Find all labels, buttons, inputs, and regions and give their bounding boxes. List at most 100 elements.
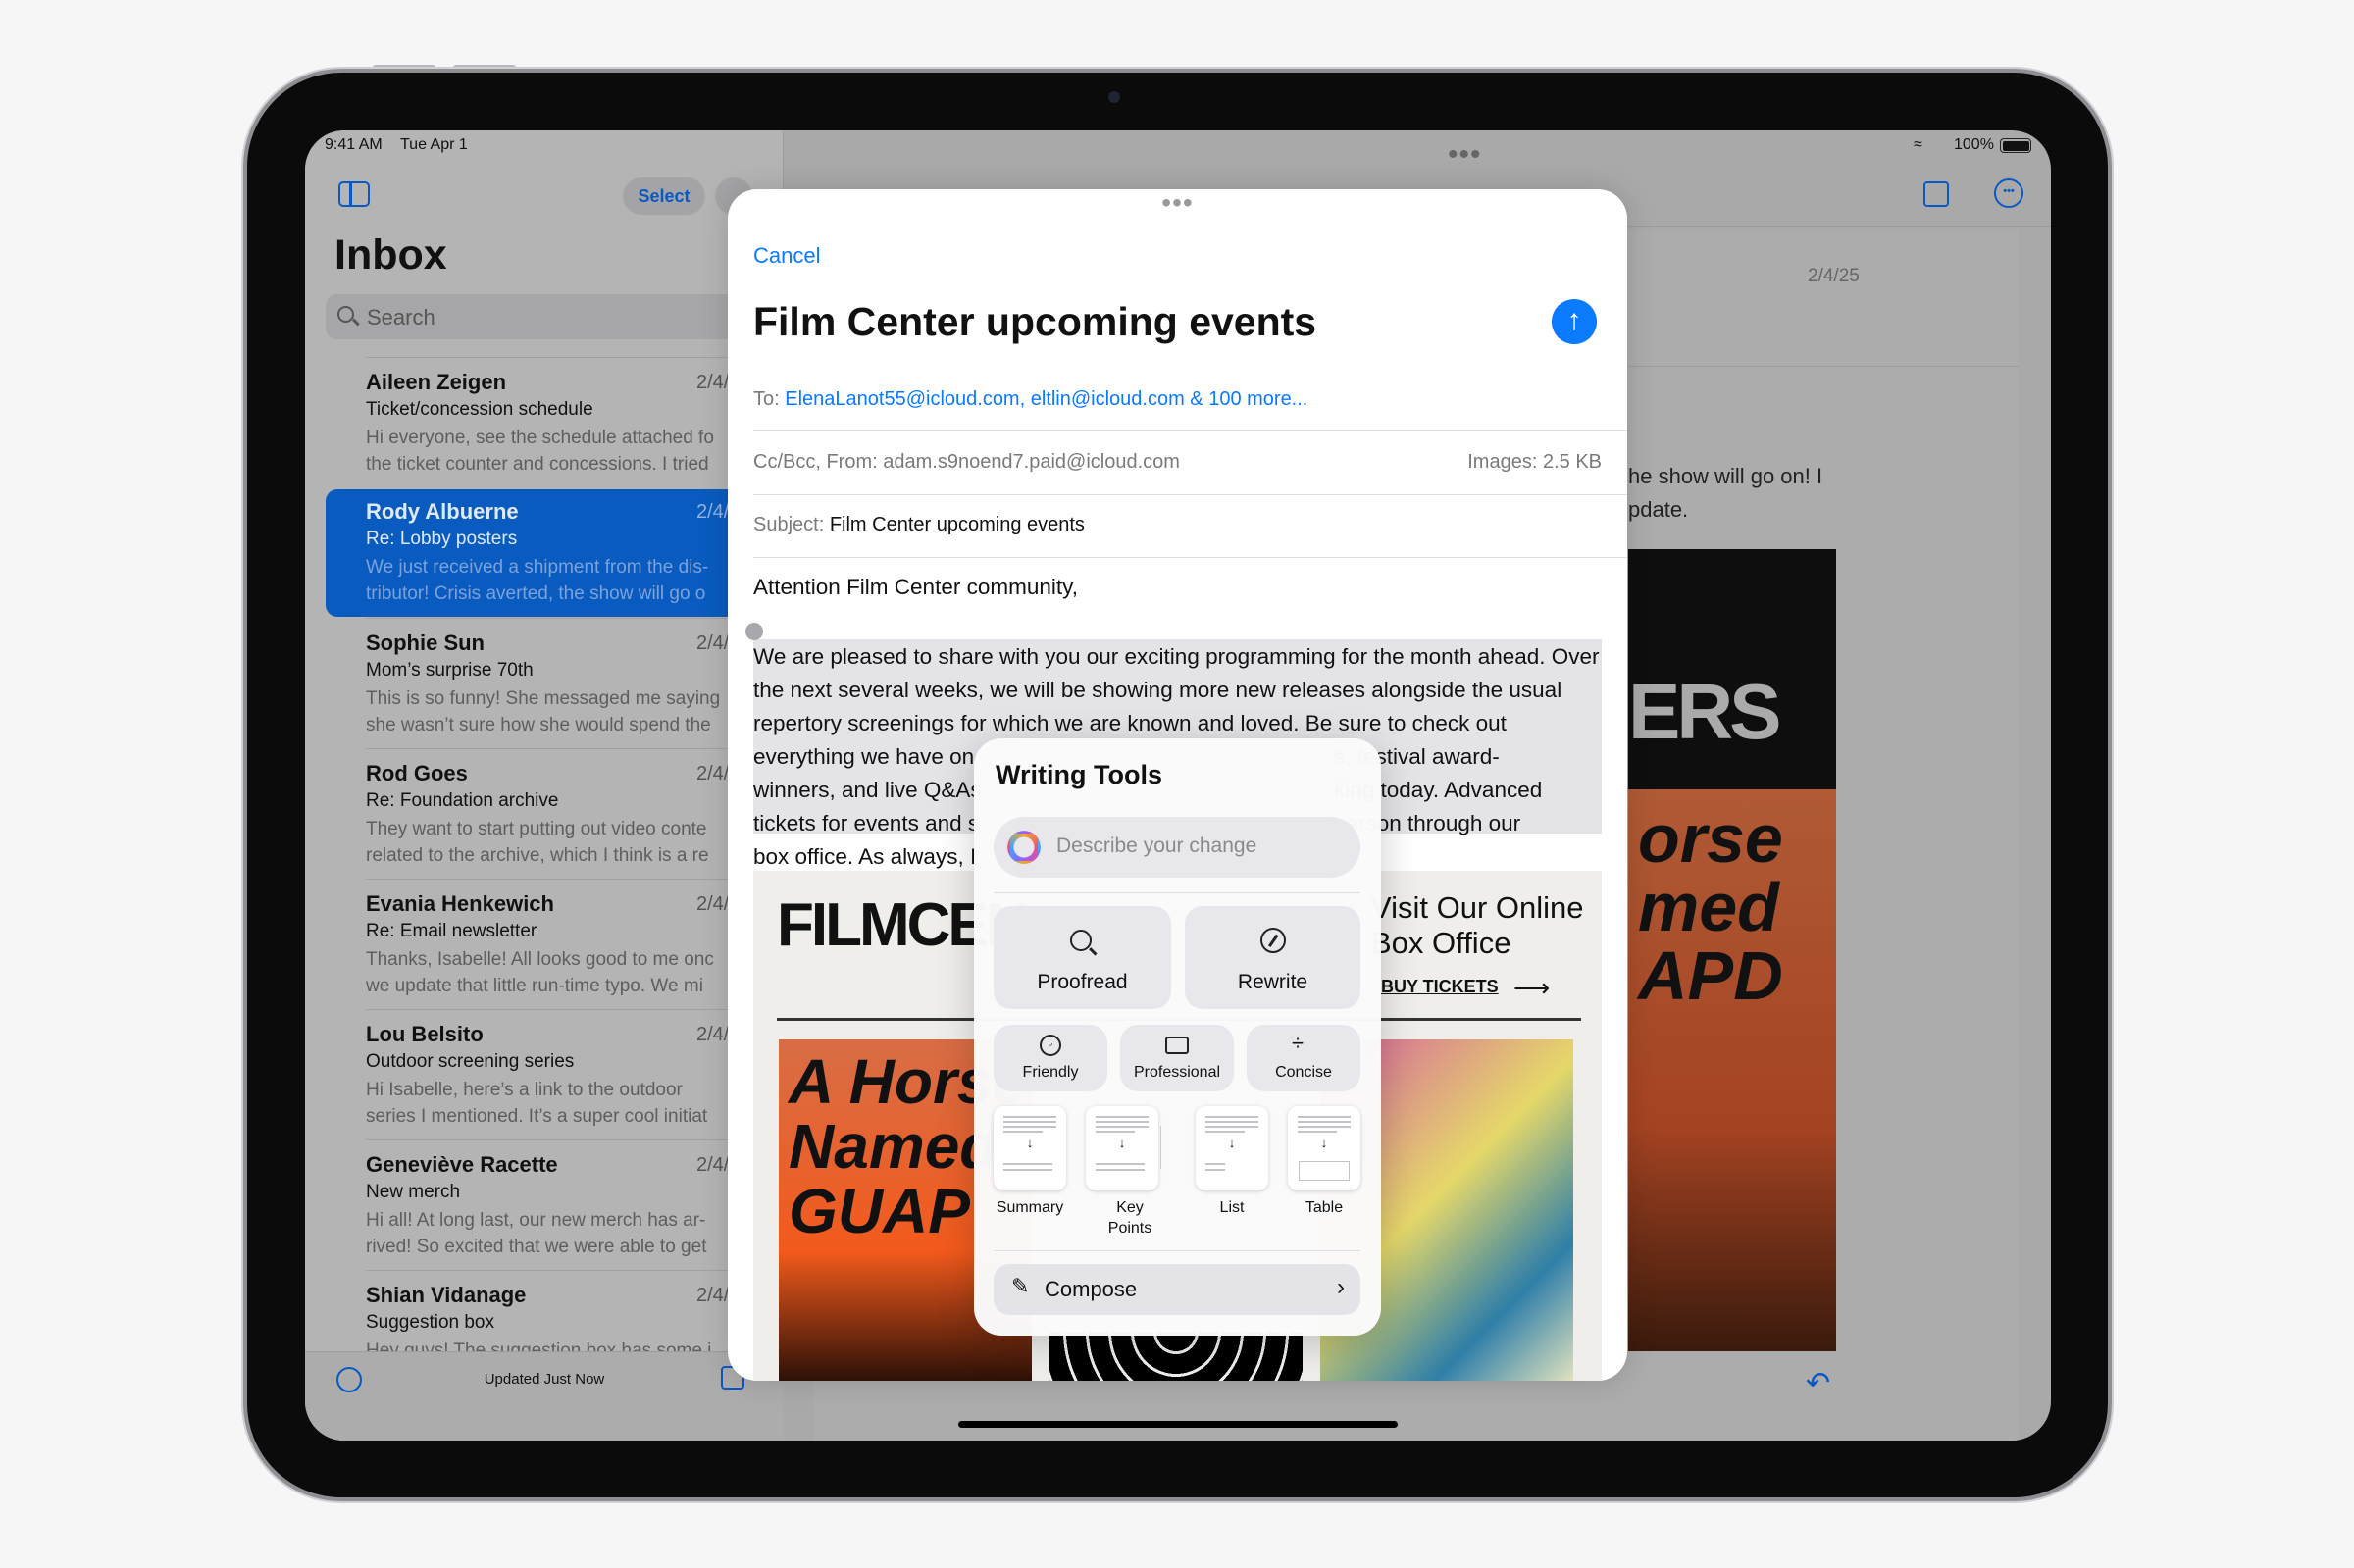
search-icon [337, 306, 360, 326]
search-placeholder: Search [367, 305, 435, 329]
subject-field[interactable]: Subject: Film Center upcoming events [753, 514, 1085, 536]
mail-date: 2/4/ [696, 763, 730, 784]
mail-preview: Hi Isabelle, here’s a link to the outdoo… [366, 1080, 708, 1127]
camera [1108, 91, 1120, 103]
mail-date: 2/4/ [696, 1024, 730, 1045]
friendly-button[interactable]: ᵕ Friendly [994, 1025, 1107, 1091]
poster-image: ERS orse med APD [1628, 549, 1836, 1351]
page-title: Inbox [334, 231, 447, 278]
select-button[interactable]: Select [623, 177, 705, 215]
rewrite-label: Rewrite [1237, 971, 1308, 993]
images-size[interactable]: Images: 2.5 KB [1467, 451, 1602, 474]
more-options-icon[interactable]: ••• [1994, 178, 2023, 208]
mail-preview: Hi all! At long last, our new merch has … [366, 1210, 707, 1257]
buy-tickets-link[interactable]: BUY TICKETS [1381, 977, 1499, 997]
mail-subject: Suggestion box [366, 1312, 494, 1333]
divider [994, 892, 1360, 893]
multitask-dots-icon[interactable]: ••• [1448, 138, 1482, 172]
search-input[interactable]: Search [326, 294, 787, 339]
rewrite-icon [1260, 928, 1286, 953]
sender-name: Evania Henkewich [366, 891, 554, 916]
sender-name: Geneviève Racette [366, 1152, 558, 1177]
compress-icon: ÷ [1292, 1031, 1305, 1055]
mail-list-item[interactable]: Geneviève Racette 2/4/ New merch Hi all!… [366, 1139, 784, 1270]
selection-handle[interactable] [745, 623, 763, 640]
proofread-label: Proofread [1037, 971, 1128, 993]
smiley-icon: ᵕ [1040, 1035, 1061, 1056]
compose-label: Compose [1045, 1277, 1138, 1301]
compose-button[interactable]: ✎ Compose › [994, 1264, 1360, 1315]
subject-value[interactable]: Film Center upcoming events [830, 514, 1085, 535]
mail-preview: This is so funny! She messaged me saying… [366, 688, 721, 735]
cc-from-field[interactable]: Cc/Bcc, From: adam.s9noend7.paid@icloud.… [753, 451, 1180, 474]
professional-button[interactable]: Professional [1120, 1025, 1234, 1091]
message-date: 2/4/25 [1808, 266, 1860, 286]
compose-new-icon[interactable] [1923, 181, 1949, 207]
cancel-button[interactable]: Cancel [753, 243, 820, 269]
to-field[interactable]: To: ElenaLanot55@icloud.com, eltlin@iclo… [753, 388, 1307, 411]
mail-list-item[interactable]: Lou Belsito 2/4/ Outdoor screening serie… [366, 1009, 784, 1139]
mail-list-item[interactable]: Rody Albuerne 2/4/ Re: Lobby posters We … [366, 487, 784, 618]
sidebar-toggle-icon[interactable] [338, 181, 370, 207]
battery-icon [2000, 138, 2031, 153]
concise-button[interactable]: ÷ Concise [1247, 1025, 1360, 1091]
compose-title: Film Center upcoming events [753, 299, 1317, 344]
home-indicator[interactable] [958, 1421, 1398, 1428]
format-label: Summary [996, 1199, 1064, 1216]
sheet-grabber-icon[interactable]: ••• [728, 189, 1627, 219]
friendly-label: Friendly [1022, 1064, 1079, 1081]
status-time: 9:41 AM [325, 136, 383, 153]
pencil-icon: ✎ [1011, 1274, 1030, 1298]
sender-name: Rod Goes [366, 761, 468, 785]
subject-label: Subject: [753, 514, 825, 535]
reply-icon[interactable]: ↶ [1806, 1366, 1830, 1400]
body-line: everything we have on [753, 744, 975, 769]
mail-list-item[interactable]: Evania Henkewich 2/4/ Re: Email newslett… [366, 879, 784, 1009]
chevron-right-icon: › [1337, 1274, 1345, 1300]
mail-date: 2/4/ [696, 1154, 730, 1176]
format-label: Key Points [1107, 1199, 1152, 1237]
professional-label: Professional [1133, 1064, 1221, 1081]
mail-list-item[interactable]: Sophie Sun 2/4/ Mom’s surprise 70th This… [366, 618, 784, 748]
mail-subject: Re: Foundation archive [366, 790, 559, 811]
mail-preview: They want to start putting out video con… [366, 819, 709, 866]
table-button[interactable]: ↓ [1288, 1106, 1360, 1190]
mail-subject: Re: Email newsletter [366, 921, 537, 941]
body-line: repertory screenings for which we are kn… [753, 711, 1507, 735]
mail-date: 2/4/ [696, 372, 730, 393]
status-date: Tue Apr 1 [400, 136, 468, 153]
mail-subject: Outdoor screening series [366, 1051, 575, 1072]
body-line: box office. As always, I [753, 844, 977, 869]
rewrite-button[interactable]: Rewrite [1185, 906, 1360, 1009]
to-label: To: [753, 388, 780, 410]
sender-name: Shian Vidanage [366, 1283, 527, 1307]
sidebar-footer: Updated Just Now [305, 1351, 784, 1441]
mail-list-item[interactable]: Aileen Zeigen 2/4/ Ticket/concession sch… [366, 357, 784, 487]
send-button[interactable]: ↑ [1552, 299, 1597, 344]
divider [753, 557, 1627, 558]
key-points-button[interactable]: ↓ [1086, 1106, 1158, 1190]
to-recipients[interactable]: ElenaLanot55@icloud.com, eltlin@icloud.c… [785, 388, 1307, 410]
message-body-line: pdate. [1628, 497, 1689, 522]
sender-name: Aileen Zeigen [366, 370, 507, 394]
mail-subject: Mom’s surprise 70th [366, 660, 534, 681]
mail-date: 2/4/ [696, 501, 730, 523]
briefcase-icon [1165, 1037, 1189, 1054]
poster-rings [1049, 1332, 1303, 1381]
mail-list-item[interactable]: Rod Goes 2/4/ Re: Foundation archive The… [366, 748, 784, 879]
list-button[interactable]: ↓ [1196, 1106, 1268, 1190]
mail-subject: New merch [366, 1182, 461, 1202]
greeting: Attention Film Center community, [753, 575, 1078, 599]
update-status: Updated Just Now [484, 1371, 605, 1388]
body-line: winners, and live Q&As [753, 778, 982, 802]
cc-from-label: Cc/Bcc, From: [753, 451, 878, 473]
mailbox-sidebar: 9:41 AM Tue Apr 1 Select Inbox Search Ai… [305, 130, 787, 1441]
describe-change-input[interactable]: Describe your change [994, 817, 1360, 878]
proofread-button[interactable]: Proofread [994, 906, 1171, 1009]
body-line: tickets for events and s [753, 811, 980, 835]
summary-button[interactable]: ↓ [994, 1106, 1066, 1190]
sender-name: Rody Albuerne [366, 499, 519, 524]
magnifier-text-icon [1070, 930, 1098, 956]
sender-name: Sophie Sun [366, 631, 485, 655]
writing-tools-title: Writing Tools [996, 760, 1162, 789]
